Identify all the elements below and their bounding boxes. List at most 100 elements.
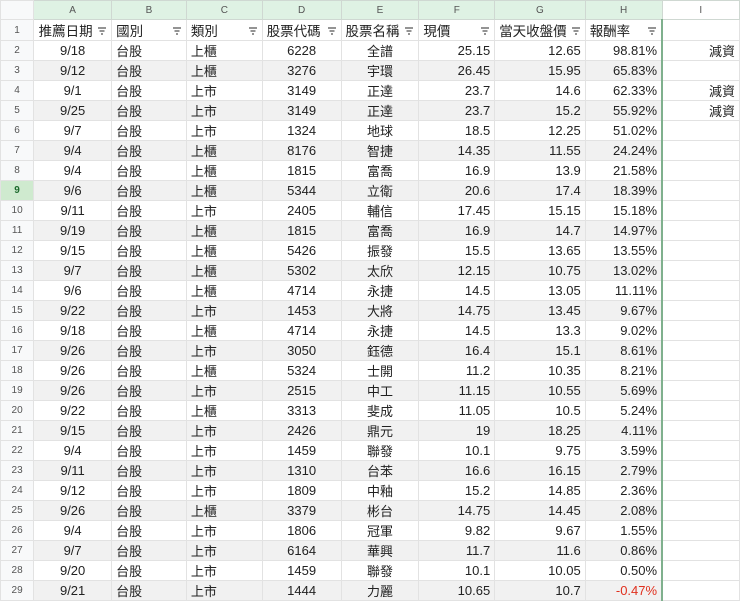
cell-B[interactable]: 台股	[111, 460, 187, 481]
column-header-C[interactable]: C	[185, 0, 263, 20]
cell-B[interactable]: 台股	[111, 500, 187, 521]
cell-B[interactable]: 台股	[111, 420, 187, 441]
cell-E[interactable]: 冠軍	[340, 520, 420, 541]
cell-G[interactable]: 15.95	[494, 60, 586, 81]
cell-B[interactable]: 台股	[111, 320, 187, 341]
cell-I[interactable]	[661, 380, 740, 401]
cell-G[interactable]: 15.1	[494, 340, 586, 361]
cell-H[interactable]: 65.83%	[584, 60, 664, 81]
cell-C[interactable]: 上櫃	[185, 400, 263, 421]
cell-I[interactable]	[661, 140, 740, 161]
filter-icon[interactable]	[647, 24, 657, 35]
row-header[interactable]: 21	[0, 420, 35, 441]
cell-C[interactable]: 上櫃	[185, 40, 263, 61]
cell-D[interactable]: 2515	[261, 380, 342, 401]
cell-A[interactable]: 9/4	[33, 160, 113, 181]
filter-icon[interactable]	[480, 24, 490, 35]
row-header[interactable]: 9	[0, 180, 35, 201]
cell-A[interactable]: 9/19	[33, 220, 113, 241]
cell-F[interactable]: 11.05	[418, 400, 496, 421]
cell-C[interactable]: 上市	[185, 440, 263, 461]
cell-G[interactable]: 10.75	[494, 260, 586, 281]
cell-B[interactable]: 台股	[111, 300, 187, 321]
cell-I[interactable]	[661, 480, 740, 501]
row-header[interactable]: 10	[0, 200, 35, 221]
cell-G[interactable]: 14.85	[494, 480, 586, 501]
cell-H[interactable]: 11.11%	[584, 280, 664, 301]
row-header[interactable]: 27	[0, 540, 35, 561]
row-header[interactable]: 23	[0, 460, 35, 481]
cell-I[interactable]	[661, 500, 740, 521]
cell-E[interactable]: 中工	[340, 380, 420, 401]
cell-E[interactable]: 地球	[340, 120, 420, 141]
cell-D[interactable]: 5426	[261, 240, 342, 261]
cell-F[interactable]: 9.82	[418, 520, 496, 541]
cell-I[interactable]	[661, 200, 740, 221]
cell-A[interactable]: 9/12	[33, 480, 113, 501]
cell-E[interactable]: 鈺德	[340, 340, 420, 361]
cell-C[interactable]: 上市	[185, 80, 263, 101]
cell-C[interactable]: 上市	[185, 580, 263, 601]
cell-F[interactable]: 16.6	[418, 460, 496, 481]
cell-A[interactable]: 9/21	[33, 580, 113, 601]
cell-H[interactable]: 98.81%	[584, 40, 664, 61]
cell-F[interactable]: 14.75	[418, 300, 496, 321]
cell-I[interactable]	[661, 540, 740, 561]
cell-D[interactable]: 1444	[261, 580, 342, 601]
cell-D[interactable]: 1459	[261, 560, 342, 581]
cell-I[interactable]	[661, 120, 740, 141]
cell-H[interactable]: 2.08%	[584, 500, 664, 521]
cell-G[interactable]: 10.7	[494, 580, 586, 601]
cell-D[interactable]: 8176	[261, 140, 342, 161]
cell-D[interactable]: 3149	[261, 100, 342, 121]
row-header[interactable]: 15	[0, 300, 35, 321]
cell-C[interactable]: 上市	[185, 100, 263, 121]
row-header[interactable]: 7	[0, 140, 35, 161]
cell-F[interactable]: 15.2	[418, 480, 496, 501]
cell-B[interactable]: 台股	[111, 180, 187, 201]
cell-B[interactable]: 台股	[111, 440, 187, 461]
cell-E[interactable]: 正達	[340, 100, 420, 121]
cell-A[interactable]: 9/20	[33, 560, 113, 581]
cell-E[interactable]: 正達	[340, 80, 420, 101]
cell-I[interactable]	[661, 300, 740, 321]
cell-C[interactable]: 上櫃	[185, 140, 263, 161]
filter-icon[interactable]	[172, 24, 182, 35]
cell-G[interactable]: 9.67	[494, 520, 586, 541]
cell-A[interactable]: 9/18	[33, 40, 113, 61]
cell-I[interactable]	[661, 320, 740, 341]
cell-I[interactable]	[661, 440, 740, 461]
cell-H[interactable]: 8.21%	[584, 360, 664, 381]
cell-E[interactable]: 輔信	[340, 200, 420, 221]
cell-E[interactable]: 斐成	[340, 400, 420, 421]
cell-F[interactable]: 14.5	[418, 320, 496, 341]
cell-H[interactable]: 2.36%	[584, 480, 664, 501]
row-header[interactable]: 11	[0, 220, 35, 241]
cell-E[interactable]: 華興	[340, 540, 420, 561]
cell-C[interactable]: 上櫃	[185, 320, 263, 341]
cell-H[interactable]: 0.86%	[584, 540, 664, 561]
cell-E[interactable]: 全譜	[340, 40, 420, 61]
cell-G[interactable]: 18.25	[494, 420, 586, 441]
cell-A[interactable]: 9/22	[33, 300, 113, 321]
row-header[interactable]: 18	[0, 360, 35, 381]
cell-I[interactable]	[661, 580, 740, 601]
cell-B[interactable]: 台股	[111, 260, 187, 281]
cell-I[interactable]: 減資	[661, 40, 740, 61]
cell-D[interactable]: 5302	[261, 260, 342, 281]
cell-C[interactable]: 上市	[185, 460, 263, 481]
cell-E[interactable]: 永捷	[340, 280, 420, 301]
row-header[interactable]: 25	[0, 500, 35, 521]
cell-C[interactable]: 上市	[185, 540, 263, 561]
cell-H[interactable]: 5.69%	[584, 380, 664, 401]
cell-B[interactable]: 台股	[111, 340, 187, 361]
row-header[interactable]: 17	[0, 340, 35, 361]
cell-C[interactable]: 上櫃	[185, 220, 263, 241]
cell-F[interactable]: 15.5	[418, 240, 496, 261]
cell-H[interactable]: 62.33%	[584, 80, 664, 101]
row-header[interactable]: 24	[0, 480, 35, 501]
cell-G[interactable]: 12.65	[494, 40, 586, 61]
cell-F[interactable]: 16.9	[418, 220, 496, 241]
cell-F[interactable]: 16.4	[418, 340, 496, 361]
cell-F[interactable]: 16.9	[418, 160, 496, 181]
